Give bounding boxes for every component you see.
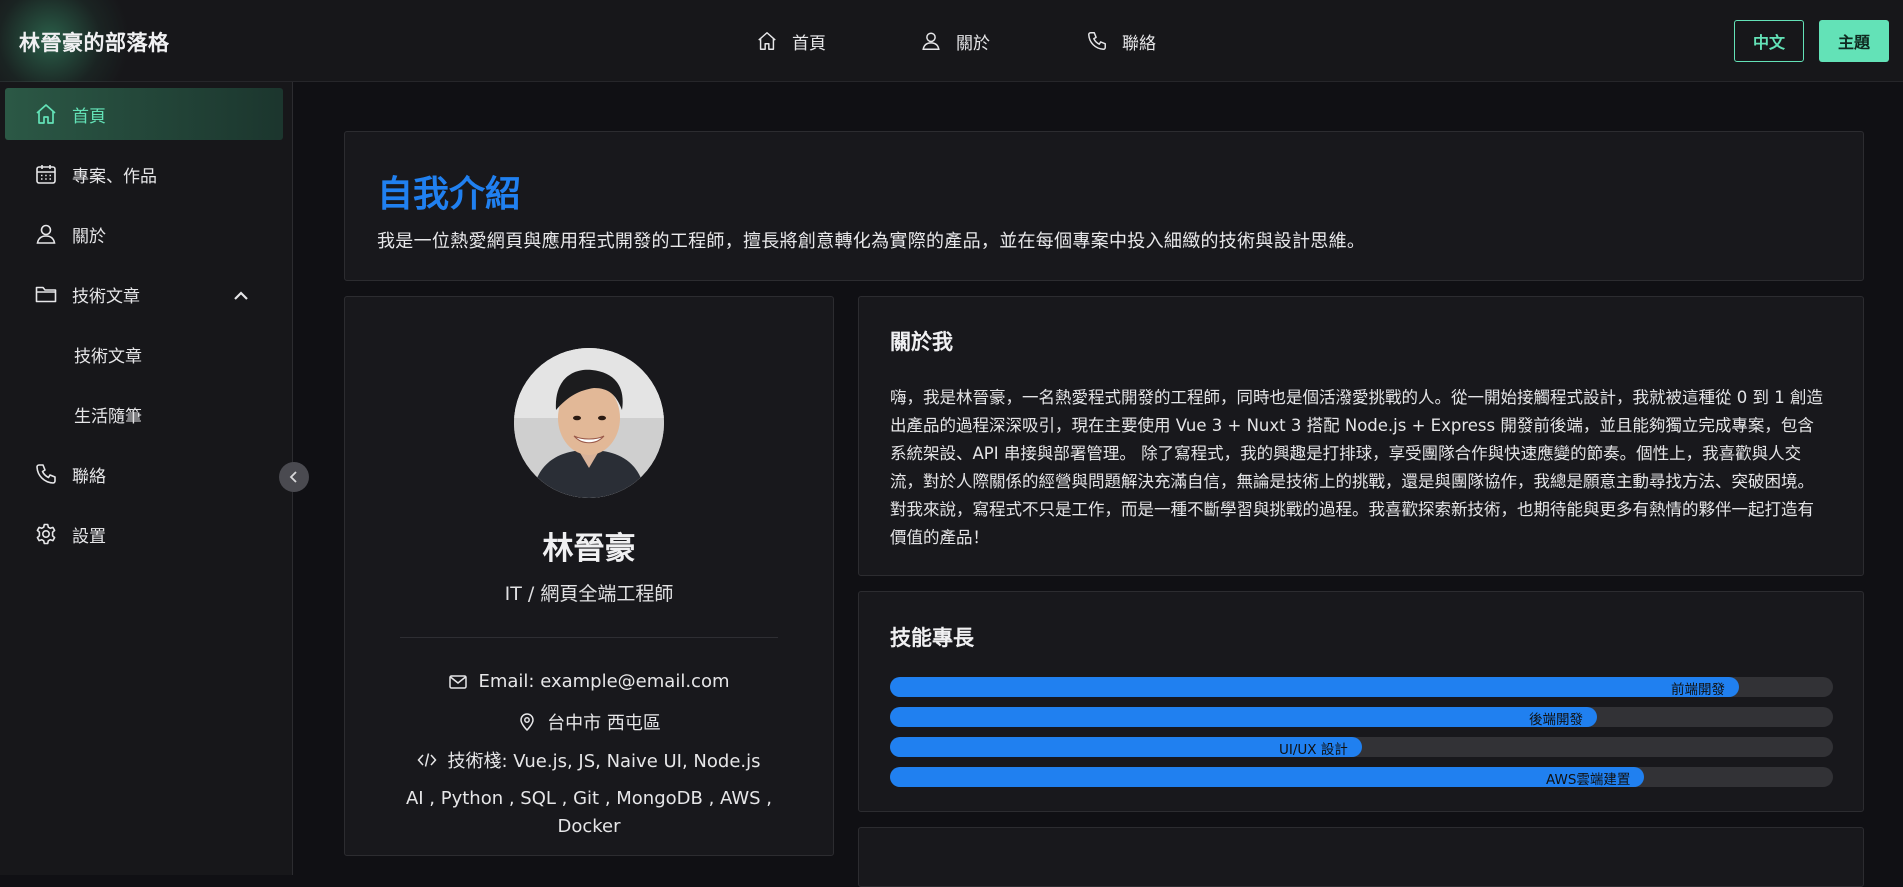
skill-bar-track: AWS雲端建置 [890, 767, 1833, 788]
sidebar-item-articles[interactable]: 技術文章 [5, 268, 283, 320]
next-card [858, 827, 1864, 887]
folder-icon [35, 286, 57, 303]
sidebar-collapse-button[interactable] [279, 462, 309, 492]
user-icon [922, 32, 940, 50]
skills-card: 技能專長 前端開發後端開發 UI/UX 設計 AWS雲端建置 [858, 591, 1864, 812]
chevron-up-icon[interactable] [229, 284, 253, 308]
location-pin-icon [520, 713, 534, 732]
sidebar-item-projects[interactable]: 專案、作品 [5, 148, 283, 200]
profile-name: 林晉豪 [542, 531, 636, 567]
phone-icon [36, 464, 56, 484]
profile-email-text: Email: example@email.com [478, 671, 730, 692]
profile-stack: 技術棧: Vue.js, JS, Naive UI, Node.js [345, 747, 833, 773]
language-button[interactable]: 中文 [1734, 20, 1804, 62]
skill-bar-label: AWS雲端建置 [1546, 772, 1631, 788]
topnav-about[interactable]: 關於 [920, 28, 990, 54]
profile-location-text: 台中市 西屯區 [547, 713, 661, 734]
skill-bar-label: UI/UX 設計 [1279, 742, 1348, 758]
about-text: 嗨，我是林晉豪，一名熱愛程式開發的工程師，同時也是個活潑愛挑戰的人。從一開始接觸… [890, 388, 1823, 547]
user-icon [36, 224, 56, 244]
sidebar-subitem-tech-articles[interactable]: 技術文章 [5, 330, 283, 378]
sidebar-item-settings[interactable]: 設置 [5, 508, 283, 560]
phone-icon [1088, 32, 1106, 50]
mail-icon [449, 674, 468, 689]
gear-icon [36, 523, 56, 545]
top-header: 林晉豪的部落格 首頁 關於 聯絡 中文 主題 [0, 0, 1903, 120]
intro-title: 自我介紹 [377, 174, 522, 215]
sidebar-subitem-life-notes[interactable]: 生活隨筆 [5, 390, 283, 438]
skills-title: 技能專長 [890, 626, 974, 650]
profile-stack-extra: AI , Python , SQL , Git , MongoDB , AWS … [405, 788, 773, 837]
home-icon [758, 32, 776, 50]
skill-bar-fill: UI/UX 設計 [890, 737, 1362, 758]
sidebar-item-label: 專案、作品 [72, 166, 157, 187]
skill-bar-fill: 前端開發 [890, 677, 1739, 698]
skill-bar-track: UI/UX 設計 [890, 737, 1833, 758]
sidebar-item-contact[interactable]: 聯絡 [5, 448, 283, 500]
topnav-contact-label: 聯絡 [1122, 33, 1156, 54]
skill-bar-fill: 後端開發 [890, 707, 1597, 728]
topnav-contact[interactable]: 聯絡 [1086, 28, 1156, 54]
skill-bar-track: 前端開發 [890, 677, 1833, 698]
skill-bar-fill: AWS雲端建置 [890, 767, 1644, 788]
skill-bar-label: 後端開發 [1529, 712, 1583, 728]
profile-photo [514, 348, 664, 498]
intro-text: 我是一位熱愛網頁與應用程式開發的工程師，擅長將創意轉化為實際的產品，並在每個專案… [377, 231, 1366, 252]
sidebar-item-label: 聯絡 [72, 466, 106, 487]
intro-card: 自我介紹 我是一位熱愛網頁與應用程式開發的工程師，擅長將創意轉化為實際的產品，並… [344, 131, 1864, 281]
topnav-home[interactable]: 首頁 [756, 28, 826, 54]
topnav-about-label: 關於 [956, 33, 990, 54]
home-icon [36, 104, 56, 124]
about-card: 關於我 嗨，我是林晉豪，一名熱愛程式開發的工程師，同時也是個活潑愛挑戰的人。從一… [858, 296, 1864, 576]
calendar-icon [36, 165, 56, 184]
sidebar-item-home[interactable]: 首頁 [5, 88, 283, 140]
about-title: 關於我 [890, 330, 953, 354]
sidebar-item-label: 技術文章 [72, 286, 140, 307]
theme-button[interactable]: 主題 [1819, 20, 1889, 62]
profile-divider [400, 637, 778, 638]
profile-email: Email: example@email.com [345, 671, 833, 692]
skill-bar-label: 前端開發 [1671, 682, 1725, 698]
sidebar-item-label: 關於 [72, 226, 106, 247]
topnav-home-label: 首頁 [792, 33, 826, 54]
sidebar-item-label: 首頁 [72, 106, 106, 127]
sidebar: 首頁 專案、作品 關於 技術文章 技術文章 生活隨筆 聯絡 設置 [0, 82, 293, 875]
sidebar-item-about[interactable]: 關於 [5, 208, 283, 260]
sidebar-item-label: 設置 [72, 526, 106, 547]
profile-stack-text: 技術棧: Vue.js, JS, Naive UI, Node.js [447, 751, 761, 772]
profile-role: IT / 網頁全端工程師 [504, 583, 674, 605]
profile-card: 林晉豪 IT / 網頁全端工程師 Email: example@email.co… [344, 296, 834, 856]
avatar [514, 348, 664, 498]
profile-location: 台中市 西屯區 [345, 709, 833, 735]
skill-bar-track: 後端開發 [890, 707, 1833, 728]
chevron-left-icon [289, 471, 297, 483]
code-icon [417, 753, 437, 767]
top-navigation: 首頁 關於 聯絡 [0, 28, 1903, 54]
